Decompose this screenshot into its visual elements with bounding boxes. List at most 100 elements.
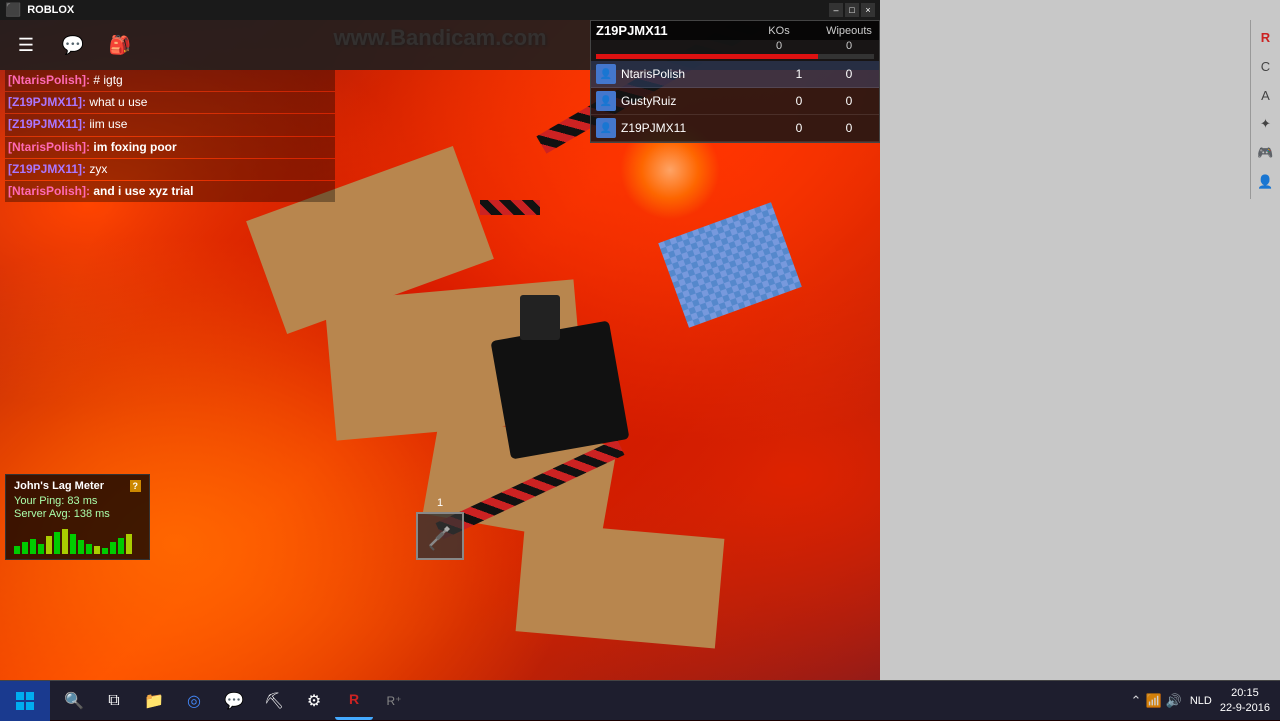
ping-stat: Your Ping: 83 ms xyxy=(14,495,141,507)
profile-side-icon[interactable]: 👤 xyxy=(1254,170,1278,194)
taskbar-file-explorer[interactable]: 📁 xyxy=(135,682,173,720)
lag-help-button[interactable]: ? xyxy=(130,480,142,492)
score-progress-bar xyxy=(596,54,874,59)
chat-name-1: [NtarisPolish]: xyxy=(8,73,90,87)
lag-bar xyxy=(118,538,124,554)
chat-text-3: iim use xyxy=(89,117,127,131)
system-tray-icons: ⌃ 📶 🔊 xyxy=(1131,693,1182,709)
game-railing xyxy=(480,200,540,215)
chat-name-4: [NtarisPolish]: xyxy=(8,140,90,154)
taskbar-skype[interactable]: 💬 xyxy=(215,682,253,720)
chat-message-6: [NtarisPolish]: and i use xyz trial xyxy=(5,181,335,202)
chat-text-5: zyx xyxy=(89,162,107,176)
taskbar-minecraft[interactable]: ⛏ xyxy=(255,682,293,720)
lag-bar xyxy=(62,529,68,554)
chat-message-2: [Z19PJMX11]: what u use xyxy=(5,92,335,113)
player-avatar-2: 👤 xyxy=(596,91,616,111)
lag-bar xyxy=(14,546,20,554)
game-viewport: ⬛ ROBLOX – □ × ☰ 💬 🎒 www.Bandicam.com [N… xyxy=(0,0,880,680)
lag-bar xyxy=(46,536,52,554)
taskbar-roblox[interactable]: R xyxy=(335,682,373,720)
player-avatar-1: 👤 xyxy=(596,64,616,84)
score-row-1: 👤 NtarisPolish 1 0 xyxy=(591,61,879,88)
chat-message-4: [NtarisPolish]: im foxing poor xyxy=(5,137,335,158)
lag-bar xyxy=(30,539,36,554)
wipeout-header: Wipeouts xyxy=(824,25,874,37)
player-wipeout-2: 0 xyxy=(824,94,874,108)
maximize-button[interactable]: □ xyxy=(845,3,859,17)
taskbar-right: ⌃ 📶 🔊 NLD 20:15 22-9-2016 xyxy=(1121,686,1280,715)
tray-volume[interactable]: 🔊 xyxy=(1166,693,1182,709)
player-wipeout-3: 0 xyxy=(824,121,874,135)
roblox-logo-text: ⬛ xyxy=(5,2,21,18)
close-button[interactable]: × xyxy=(861,3,875,17)
taskbar-roblox2[interactable]: R⁺ xyxy=(375,682,413,720)
right-side-panel: R C A ✦ 🎮 👤 xyxy=(1250,20,1280,199)
player-avatar-3: 👤 xyxy=(596,118,616,138)
games-side-icon[interactable]: 🎮 xyxy=(1254,141,1278,165)
tool-box xyxy=(416,512,464,560)
chat-name-2: [Z19PJMX11]: xyxy=(8,95,86,109)
start-button[interactable] xyxy=(0,681,50,721)
score-row-3: 👤 Z19PJMX11 0 0 xyxy=(591,115,879,142)
game-block xyxy=(516,521,725,648)
player-ko-1: 1 xyxy=(774,67,824,81)
ko-total: 0 xyxy=(754,40,804,52)
right-panel: w – □ × "rbxassetid://"..skyid.Value loc… xyxy=(880,0,1280,720)
tray-arrow[interactable]: ⌃ xyxy=(1131,693,1142,709)
lag-meter-header: John's Lag Meter ? xyxy=(14,480,141,492)
title-bar: ⬛ ROBLOX – □ × xyxy=(0,0,880,20)
lag-bar xyxy=(110,542,116,554)
taskbar-search[interactable]: 🔍 xyxy=(55,682,93,720)
lag-bar xyxy=(70,534,76,554)
lag-bar xyxy=(86,544,92,554)
player-head xyxy=(520,295,560,340)
tray-network[interactable]: 📶 xyxy=(1145,693,1161,709)
lag-bar xyxy=(22,542,28,554)
taskbar-task-view[interactable]: ⧉ xyxy=(95,682,133,720)
player-name-1: NtarisPolish xyxy=(621,67,774,81)
taskbar: 🔍 ⧉ 📁 ◎ 💬 ⛏ ⚙ R R⁺ ⌃ 📶 🔊 NLD 20:15 22-9-… xyxy=(0,680,1280,720)
bag-icon[interactable]: 🎒 xyxy=(104,29,136,61)
scoreboard: Z19PJMX11 KOs Wipeouts 0 0 👤 NtarisPolis… xyxy=(590,20,880,143)
chat-text-1: # igtg xyxy=(93,73,122,87)
chat-text-4: im foxing poor xyxy=(93,140,176,154)
scoreboard-header: Z19PJMX11 KOs Wipeouts xyxy=(591,21,879,40)
taskbar-task-mgr[interactable]: ⚙ xyxy=(295,682,333,720)
chat-text-6: and i use xyz trial xyxy=(93,184,193,198)
clock-time: 20:15 xyxy=(1220,686,1270,700)
chat-message-5: [Z19PJMX11]: zyx xyxy=(5,159,335,180)
server-avg-stat: Server Avg: 138 ms xyxy=(14,508,141,520)
chat-area: [NtarisPolish]: # igtg [Z19PJMX11]: what… xyxy=(5,70,335,203)
system-clock[interactable]: 20:15 22-9-2016 xyxy=(1220,686,1270,715)
wipeout-total: 0 xyxy=(824,40,874,52)
chat-message-3: [Z19PJMX11]: iim use xyxy=(5,114,335,135)
avatar-side-icon[interactable]: A xyxy=(1254,83,1278,107)
lag-meter: John's Lag Meter ? Your Ping: 83 ms Serv… xyxy=(5,474,150,560)
sword-icon xyxy=(425,521,455,551)
minimize-button[interactable]: – xyxy=(829,3,843,17)
score-column-headers: KOs Wipeouts xyxy=(754,25,874,37)
chat-icon[interactable]: 💬 xyxy=(57,29,89,61)
taskbar-chrome[interactable]: ◎ xyxy=(175,682,213,720)
lag-bar xyxy=(94,546,100,554)
taskbar-icons: 🔍 ⧉ 📁 ◎ 💬 ⛏ ⚙ R R⁺ xyxy=(50,682,1121,720)
chat-name-5: [Z19PJMX11]: xyxy=(8,162,86,176)
roblox-side-icon[interactable]: R xyxy=(1254,25,1278,49)
player-name-2: GustyRuiz xyxy=(621,94,774,108)
system-lang: NLD xyxy=(1190,695,1212,707)
chat-name-3: [Z19PJMX11]: xyxy=(8,117,86,131)
score-bar-fill xyxy=(596,54,818,59)
lag-bar xyxy=(38,544,44,554)
friends-side-icon[interactable]: ✦ xyxy=(1254,112,1278,136)
hamburger-menu-icon[interactable]: ☰ xyxy=(10,29,42,61)
player-ko-2: 0 xyxy=(774,94,824,108)
player-character xyxy=(490,320,629,459)
windows-logo-icon xyxy=(15,691,35,711)
ko-header: KOs xyxy=(754,25,804,37)
lag-bar xyxy=(54,532,60,554)
chat-text-2: what u use xyxy=(89,95,147,109)
title-controls: – □ × xyxy=(829,3,875,17)
catalog-side-icon[interactable]: C xyxy=(1254,54,1278,78)
tool-indicator: 1 xyxy=(416,497,464,560)
